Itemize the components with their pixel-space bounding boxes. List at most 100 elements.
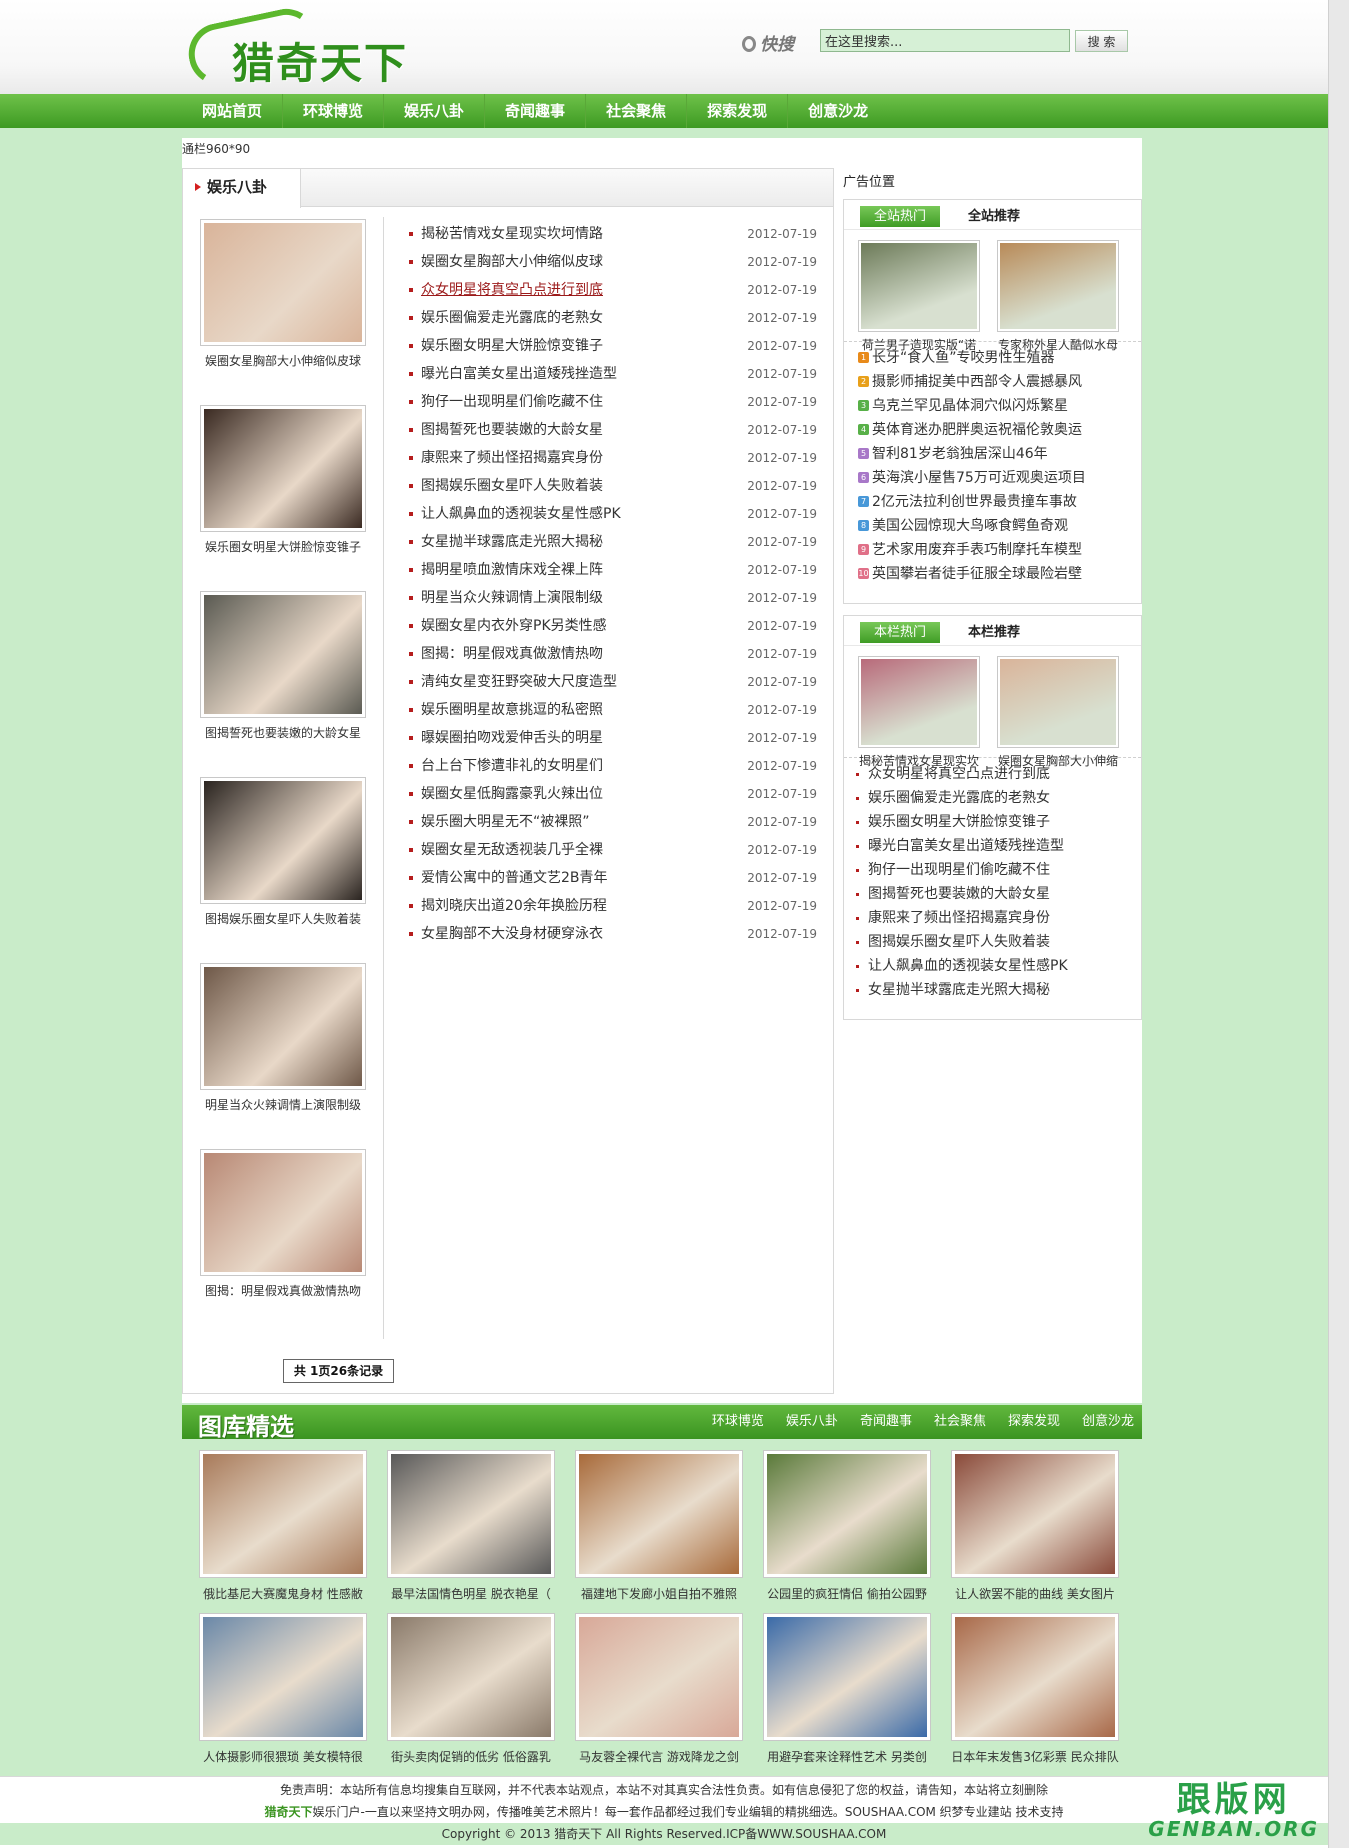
- thumbnail-image[interactable]: [200, 405, 366, 532]
- column-hot-item[interactable]: 图揭娱乐圈女星吓人失败着装: [854, 930, 1141, 954]
- side-picture-image[interactable]: [997, 240, 1119, 332]
- news-item[interactable]: 曝光白富美女星出道矮残挫造型 2012-07-19: [407, 360, 817, 388]
- news-item[interactable]: 让人飙鼻血的透视装女星性感PK 2012-07-19: [407, 500, 817, 528]
- gallery-image[interactable]: [387, 1450, 555, 1578]
- news-item[interactable]: 图揭娱乐圈女星吓人失败着装 2012-07-19: [407, 472, 817, 500]
- news-title[interactable]: 娱圈女星无敌透视装几乎全裸: [421, 842, 603, 858]
- thumbnail-caption[interactable]: 娱圈女星胸部大小伸缩似皮球: [200, 352, 366, 369]
- news-item[interactable]: 娱圈女星无敌透视装几乎全裸 2012-07-19: [407, 836, 817, 864]
- news-title[interactable]: 娱圈女星低胸露豪乳火辣出位: [421, 786, 603, 802]
- column-hot-item[interactable]: 图揭誓死也要装嫩的大龄女星: [854, 882, 1141, 906]
- news-title[interactable]: 清纯女星变狂野突破大尺度造型: [421, 674, 617, 690]
- tab-column-recommend[interactable]: 本栏推荐: [968, 622, 1020, 643]
- column-hot-item[interactable]: 让人飙鼻血的透视装女星性感PK: [854, 954, 1141, 978]
- news-item[interactable]: 女星抛半球露底走光照大揭秘 2012-07-19: [407, 528, 817, 556]
- gallery-link[interactable]: 环球博览: [712, 1405, 764, 1439]
- gallery-caption[interactable]: 让人欲罢不能的曲线 美女图片: [951, 1585, 1119, 1602]
- hot-list-item[interactable]: 5 智利81岁老翁独居深山46年: [858, 442, 1141, 466]
- nav-item[interactable]: 娱乐八卦: [384, 94, 486, 128]
- gallery-item[interactable]: 日本年末发售3亿彩票 民众排队: [951, 1613, 1119, 1765]
- gallery-caption[interactable]: 街头卖肉促销的低劣 低俗露乳: [387, 1748, 555, 1765]
- gallery-item[interactable]: 让人欲罢不能的曲线 美女图片: [951, 1450, 1119, 1602]
- gallery-image[interactable]: [763, 1613, 931, 1741]
- column-hot-item[interactable]: 女星抛半球露底走光照大揭秘: [854, 978, 1141, 1002]
- thumbnail-card[interactable]: 图揭娱乐圈女星吓人失败着装: [200, 777, 366, 927]
- gallery-link[interactable]: 探索发现: [1008, 1405, 1060, 1439]
- hot-list-title[interactable]: 摄影师捕捉美中西部令人震撼暴风: [872, 374, 1082, 390]
- gallery-image[interactable]: [575, 1613, 743, 1741]
- news-item[interactable]: 娱乐圈偏爱走光露底的老熟女 2012-07-19: [407, 304, 817, 332]
- gallery-caption[interactable]: 公园里的疯狂情侣 偷拍公园野: [763, 1585, 931, 1602]
- news-item[interactable]: 图揭：明星假戏真做激情热吻 2012-07-19: [407, 640, 817, 668]
- column-hot-item[interactable]: 娱乐圈偏爱走光露底的老熟女: [854, 786, 1141, 810]
- gallery-caption[interactable]: 人体摄影师很猥琐 美女模特很: [199, 1748, 367, 1765]
- hot-list-title[interactable]: 艺术家用废弃手表巧制摩托车模型: [872, 542, 1082, 558]
- hot-list-title[interactable]: 智利81岁老翁独居深山46年: [872, 446, 1048, 462]
- hot-list-title[interactable]: 2亿元法拉利创世界最贵撞车事故: [872, 494, 1077, 510]
- gallery-image[interactable]: [763, 1450, 931, 1578]
- news-item[interactable]: 台上台下惨遭非礼的女明星们 2012-07-19: [407, 752, 817, 780]
- thumbnail-caption[interactable]: 娱乐圈女明星大饼脸惊变锥子: [200, 538, 366, 555]
- news-title[interactable]: 娱乐圈女明星大饼脸惊变锥子: [421, 338, 603, 354]
- gallery-image[interactable]: [199, 1613, 367, 1741]
- tab-site-recommend[interactable]: 全站推荐: [968, 206, 1020, 227]
- news-item[interactable]: 娱圈女星胸部大小伸缩似皮球 2012-07-19: [407, 248, 817, 276]
- news-item[interactable]: 娱圈女星内衣外穿PK另类性感 2012-07-19: [407, 612, 817, 640]
- gallery-item[interactable]: 公园里的疯狂情侣 偷拍公园野: [763, 1450, 931, 1602]
- gallery-image[interactable]: [951, 1613, 1119, 1741]
- hot-list-title[interactable]: 英国攀岩者徒手征服全球最险岩壁: [872, 566, 1082, 582]
- news-title[interactable]: 娱圈女星胸部大小伸缩似皮球: [421, 254, 603, 270]
- news-title[interactable]: 让人飙鼻血的透视装女星性感PK: [421, 506, 621, 522]
- news-title[interactable]: 爱情公寓中的普通文艺2B青年: [421, 870, 608, 886]
- news-title[interactable]: 狗仔一出现明星们偷吃藏不住: [421, 394, 603, 410]
- news-item[interactable]: 揭明星喷血激情床戏全裸上阵 2012-07-19: [407, 556, 817, 584]
- news-title[interactable]: 揭明星喷血激情床戏全裸上阵: [421, 562, 603, 578]
- search-button[interactable]: 搜 索: [1075, 30, 1128, 52]
- news-item[interactable]: 娱圈女星低胸露豪乳火辣出位 2012-07-19: [407, 780, 817, 808]
- gallery-item[interactable]: 最早法国情色明星 脱衣艳星（: [387, 1450, 555, 1602]
- gallery-item[interactable]: 街头卖肉促销的低劣 低俗露乳: [387, 1613, 555, 1765]
- gallery-caption[interactable]: 福建地下发廊小姐自拍不雅照: [575, 1585, 743, 1602]
- news-title[interactable]: 娱乐圈明星故意挑逗的私密照: [421, 702, 603, 718]
- thumbnail-caption[interactable]: 图揭娱乐圈女星吓人失败着装: [200, 910, 366, 927]
- tab-site-hot[interactable]: 全站热门: [860, 206, 940, 227]
- news-item[interactable]: 明星当众火辣调情上演限制级 2012-07-19: [407, 584, 817, 612]
- news-title[interactable]: 娱圈女星内衣外穿PK另类性感: [421, 618, 607, 634]
- thumbnail-card[interactable]: 娱乐圈女明星大饼脸惊变锥子: [200, 405, 366, 555]
- thumbnail-card[interactable]: 娱圈女星胸部大小伸缩似皮球: [200, 219, 366, 369]
- footer-brand[interactable]: 猎奇天下: [265, 1805, 313, 1819]
- news-title[interactable]: 众女明星将真空凸点进行到底: [421, 282, 603, 298]
- column-hot-item[interactable]: 众女明星将真空凸点进行到底: [854, 762, 1141, 786]
- vertical-scrollbar[interactable]: [1328, 0, 1349, 1848]
- column-hot-item[interactable]: 曝光白富美女星出道矮残挫造型: [854, 834, 1141, 858]
- gallery-caption[interactable]: 用避孕套来诠释性艺术 另类创: [763, 1748, 931, 1765]
- thumbnail-card[interactable]: 图揭誓死也要装嫩的大龄女星: [200, 591, 366, 741]
- thumbnail-image[interactable]: [200, 963, 366, 1090]
- news-title[interactable]: 图揭誓死也要装嫩的大龄女星: [421, 422, 603, 438]
- hot-list-item[interactable]: 4 英体育迷办肥胖奥运祝福伦敦奥运: [858, 418, 1141, 442]
- gallery-link[interactable]: 社会聚焦: [934, 1405, 986, 1439]
- thumbnail-caption[interactable]: 图揭誓死也要装嫩的大龄女星: [200, 724, 366, 741]
- gallery-caption[interactable]: 最早法国情色明星 脱衣艳星（: [387, 1585, 555, 1602]
- thumbnail-card[interactable]: 图揭：明星假戏真做激情热吻: [200, 1149, 366, 1299]
- news-item[interactable]: 女星胸部不大没身材硬穿泳衣 2012-07-19: [407, 920, 817, 948]
- news-title[interactable]: 台上台下惨遭非礼的女明星们: [421, 758, 603, 774]
- gallery-caption[interactable]: 日本年末发售3亿彩票 民众排队: [951, 1748, 1119, 1765]
- news-title[interactable]: 康熙来了频出怪招揭嘉宾身份: [421, 450, 603, 466]
- news-title[interactable]: 揭刘晓庆出道20余年换脸历程: [421, 898, 607, 914]
- news-item[interactable]: 娱乐圈明星故意挑逗的私密照 2012-07-19: [407, 696, 817, 724]
- news-title[interactable]: 图揭：明星假戏真做激情热吻: [421, 646, 603, 662]
- news-item[interactable]: 娱乐圈女明星大饼脸惊变锥子 2012-07-19: [407, 332, 817, 360]
- news-title[interactable]: 明星当众火辣调情上演限制级: [421, 590, 603, 606]
- news-item[interactable]: 清纯女星变狂野突破大尺度造型 2012-07-19: [407, 668, 817, 696]
- gallery-item[interactable]: 人体摄影师很猥琐 美女模特很: [199, 1613, 367, 1765]
- tab-entertainment[interactable]: 娱乐八卦: [183, 169, 301, 208]
- side-picture-card[interactable]: 专家称外星人酷似水母: [997, 240, 1119, 353]
- side-picture-image[interactable]: [997, 656, 1119, 748]
- hot-list-item[interactable]: 2 摄影师捕捉美中西部令人震撼暴风: [858, 370, 1141, 394]
- hot-list-item[interactable]: 8 美国公园惊现大鸟啄食鳄鱼奇观: [858, 514, 1141, 538]
- news-item[interactable]: 曝娱圈拍吻戏爱伸舌头的明星 2012-07-19: [407, 724, 817, 752]
- search-input[interactable]: [820, 29, 1070, 52]
- gallery-item[interactable]: 福建地下发廊小姐自拍不雅照: [575, 1450, 743, 1602]
- hot-list-title[interactable]: 长牙“食人鱼”专咬男性生殖器: [872, 350, 1055, 366]
